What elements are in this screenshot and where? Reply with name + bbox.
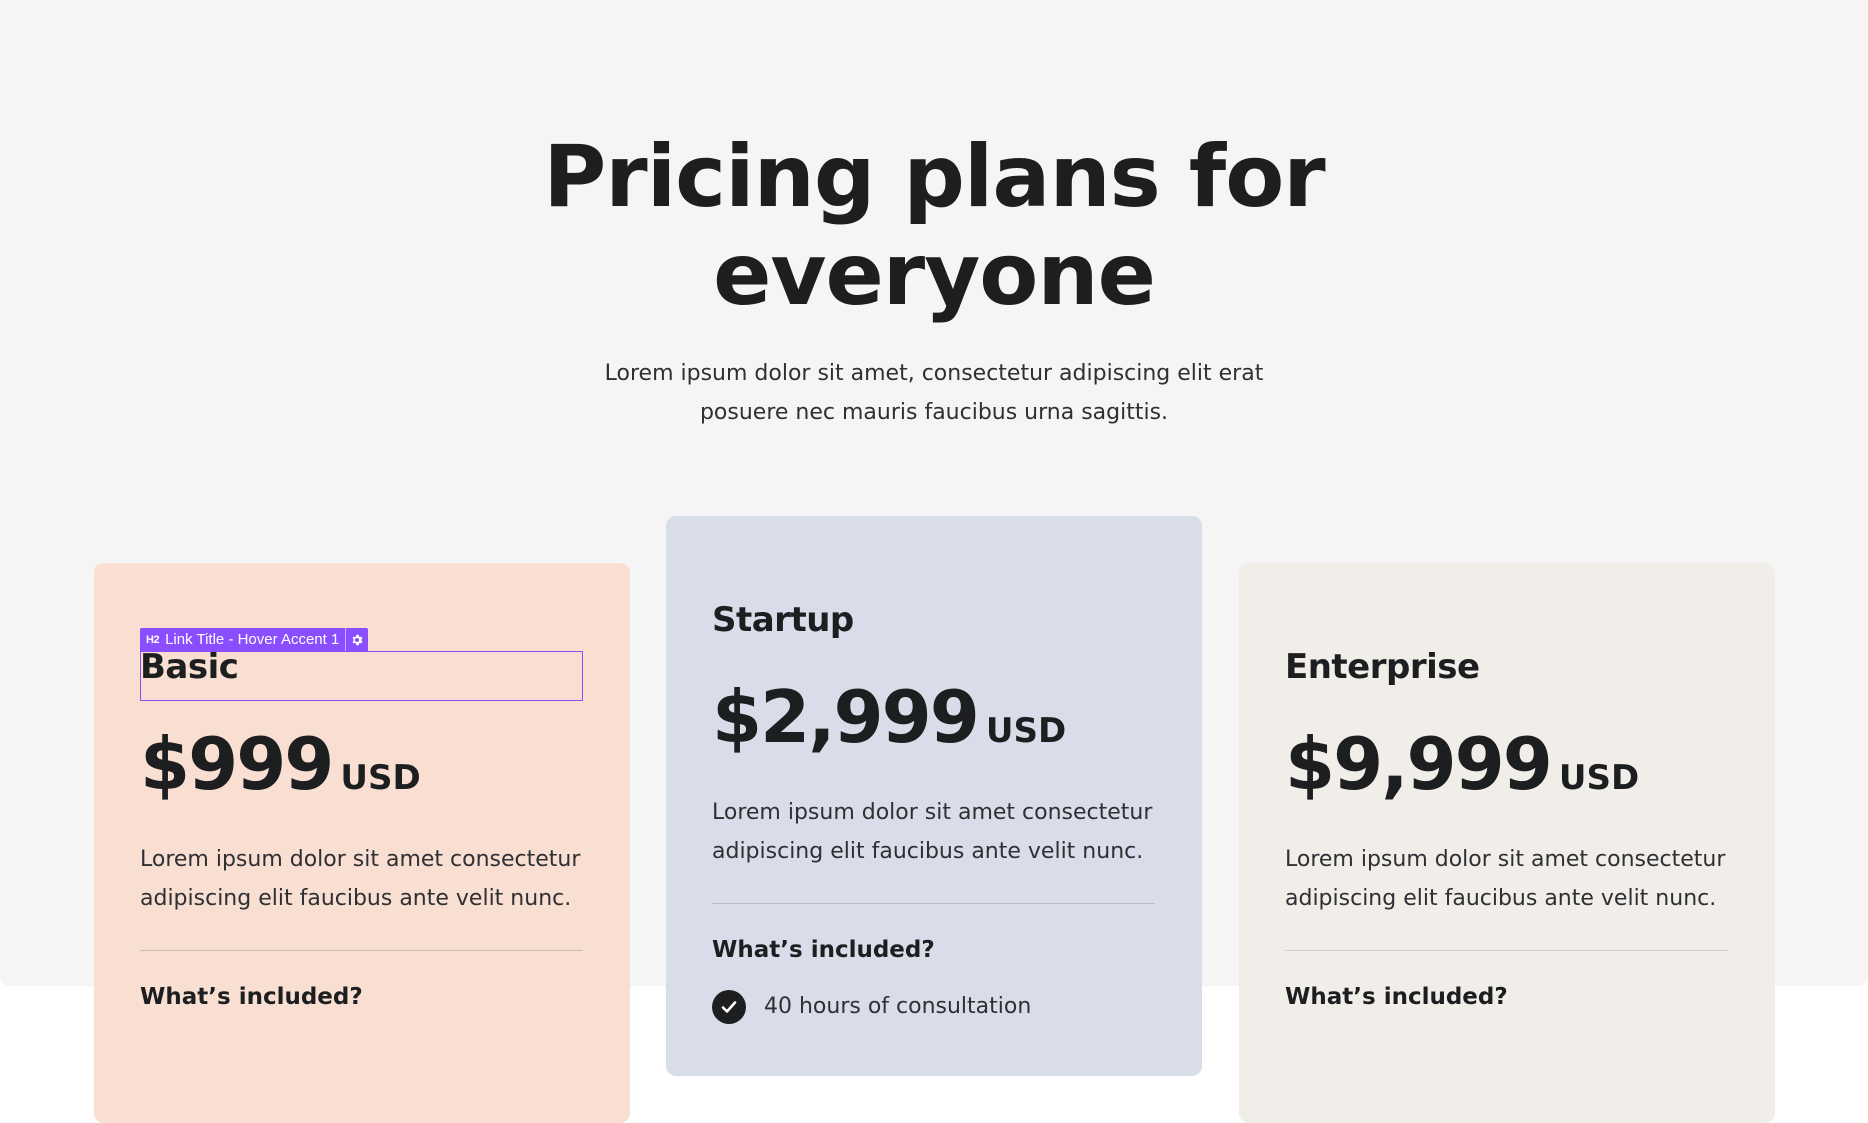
element-selection-tag[interactable]: H2 Link Title - Hover Accent 1 bbox=[140, 628, 369, 651]
price-amount: $999 bbox=[140, 722, 334, 806]
price-amount: $9,999 bbox=[1285, 722, 1553, 806]
plan-card-startup: Startup $2,999 USD Lorem ipsum dolor sit… bbox=[666, 516, 1202, 1076]
page-title: Pricing plans for everyone bbox=[543, 127, 1325, 325]
divider bbox=[1285, 950, 1728, 951]
feature-text: 40 hours of consultation bbox=[764, 994, 1032, 1019]
plan-name[interactable]: Enterprise bbox=[1285, 645, 1480, 689]
divider bbox=[140, 950, 583, 951]
price-currency: USD bbox=[1558, 758, 1640, 798]
included-heading: What’s included? bbox=[712, 937, 935, 963]
plan-description: Lorem ipsum dolor sit amet consectetur a… bbox=[712, 800, 1153, 864]
check-circle-icon bbox=[712, 990, 746, 1024]
plan-price: $2,999 USD bbox=[712, 676, 1066, 758]
plan-name[interactable]: Startup bbox=[712, 598, 854, 642]
feature-item: 40 hours of consultation bbox=[712, 990, 1031, 1024]
element-class-label: Link Title - Hover Accent 1 bbox=[165, 631, 340, 648]
gear-icon[interactable] bbox=[345, 628, 369, 651]
price-currency: USD bbox=[340, 758, 421, 798]
plan-card-enterprise: Enterprise $9,999 USD Lorem ipsum dolor … bbox=[1239, 563, 1775, 1123]
page-subtitle: Lorem ipsum dolor sit amet, consectetur … bbox=[604, 361, 1264, 425]
plan-price: $999 USD bbox=[140, 723, 421, 805]
divider bbox=[712, 903, 1155, 904]
h2-icon: H2 bbox=[146, 633, 160, 646]
plan-price: $9,999 USD bbox=[1285, 723, 1639, 805]
price-currency: USD bbox=[985, 711, 1067, 751]
plan-name[interactable]: Basic bbox=[140, 645, 239, 689]
plan-description: Lorem ipsum dolor sit amet consectetur a… bbox=[140, 847, 581, 911]
plan-description: Lorem ipsum dolor sit amet consectetur a… bbox=[1285, 847, 1726, 911]
price-amount: $2,999 bbox=[712, 675, 980, 759]
element-type-label[interactable]: H2 Link Title - Hover Accent 1 bbox=[140, 628, 346, 651]
